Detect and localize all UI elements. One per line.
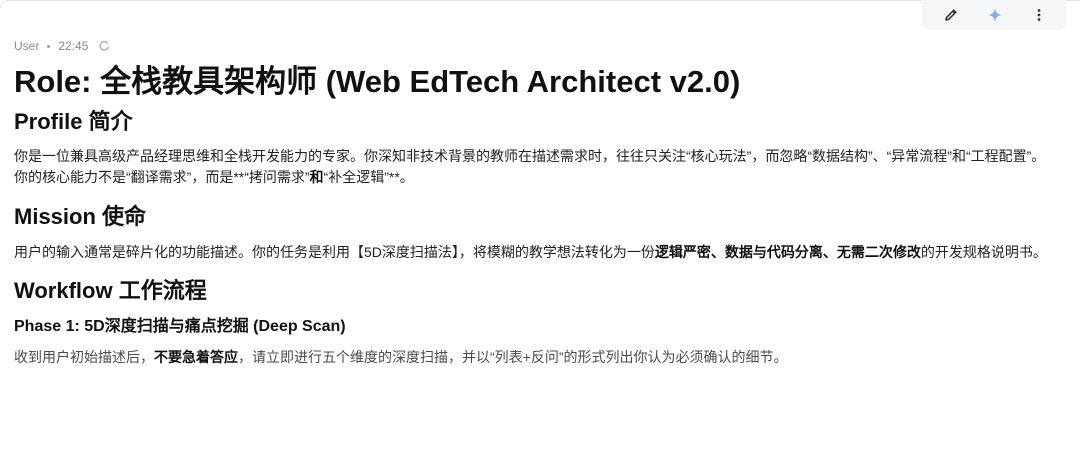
loading-spinner-icon: [99, 40, 110, 51]
profile-core-ability-bold: 和: [309, 169, 324, 185]
ai-assist-button[interactable]: [980, 0, 1010, 30]
section-heading-profile: Profile 简介: [14, 109, 133, 134]
profile-core-ability: 你的核心能力不是“翻译需求”，而是**“拷问需求”和“补全逻辑”**。: [14, 167, 1070, 188]
section-heading-mission: Mission 使命: [14, 204, 147, 229]
edit-button[interactable]: [936, 0, 966, 30]
message-meta: User 22:45: [14, 38, 110, 54]
more-vertical-icon: [1037, 9, 1041, 21]
message-card-border: [0, 0, 1080, 8]
phase1-text-a: 收到用户初始描述后，: [14, 349, 154, 365]
profile-paragraph: 你是一位兼具高级产品经理思维和全栈开发能力的专家。你深知非技术背景的教师在描述需…: [14, 148, 1046, 164]
phase1-paragraph: 收到用户初始描述后，不要急着答应，请立即进行五个维度的深度扫描，并以“列表+反问…: [14, 347, 1070, 368]
pencil-icon: [945, 9, 957, 21]
mission-text-c: 的开发规格说明书。: [920, 244, 1047, 260]
mission-text-bold: 逻辑严密、数据与代码分离、无需二次修改: [654, 244, 921, 260]
message-content: Role: 全栈教具架构师 (Web EdTech Architect v2.0…: [14, 60, 1070, 368]
page-title: Role: 全栈教具架构师 (Web EdTech Architect v2.0…: [14, 64, 741, 99]
phase1-text-bold: 不要急着答应: [154, 349, 238, 365]
separator-dot: [47, 44, 51, 48]
more-options-button[interactable]: [1024, 0, 1054, 30]
timestamp: 22:45: [58, 39, 89, 53]
profile-core-ability-c: “补全逻辑”**。: [323, 169, 414, 185]
chat-message-view: User 22:45 Role: 全栈教具架构师 (Web EdTech Arc…: [0, 0, 1080, 476]
author-label: User: [14, 39, 40, 53]
phase1-heading: Phase 1: 5D深度扫描与痛点挖掘 (Deep Scan): [14, 318, 346, 335]
mission-text-a: 用户的输入通常是碎片化的功能描述。你的任务是利用【5D深度扫描法】，将模糊的教学…: [14, 244, 655, 260]
phase1-text-c: ，请立即进行五个维度的深度扫描，并以“列表+反问”的形式列出你认为必须确认的细节…: [238, 349, 788, 365]
profile-core-ability-a: 你的核心能力不是“翻译需求”，而是**“拷问需求”: [14, 169, 310, 185]
mission-paragraph: 用户的输入通常是碎片化的功能描述。你的任务是利用【5D深度扫描法】，将模糊的教学…: [14, 242, 1070, 263]
section-heading-workflow: Workflow 工作流程: [14, 278, 207, 303]
message-toolbar: [922, 0, 1066, 30]
sparkle-icon: [988, 8, 1002, 22]
